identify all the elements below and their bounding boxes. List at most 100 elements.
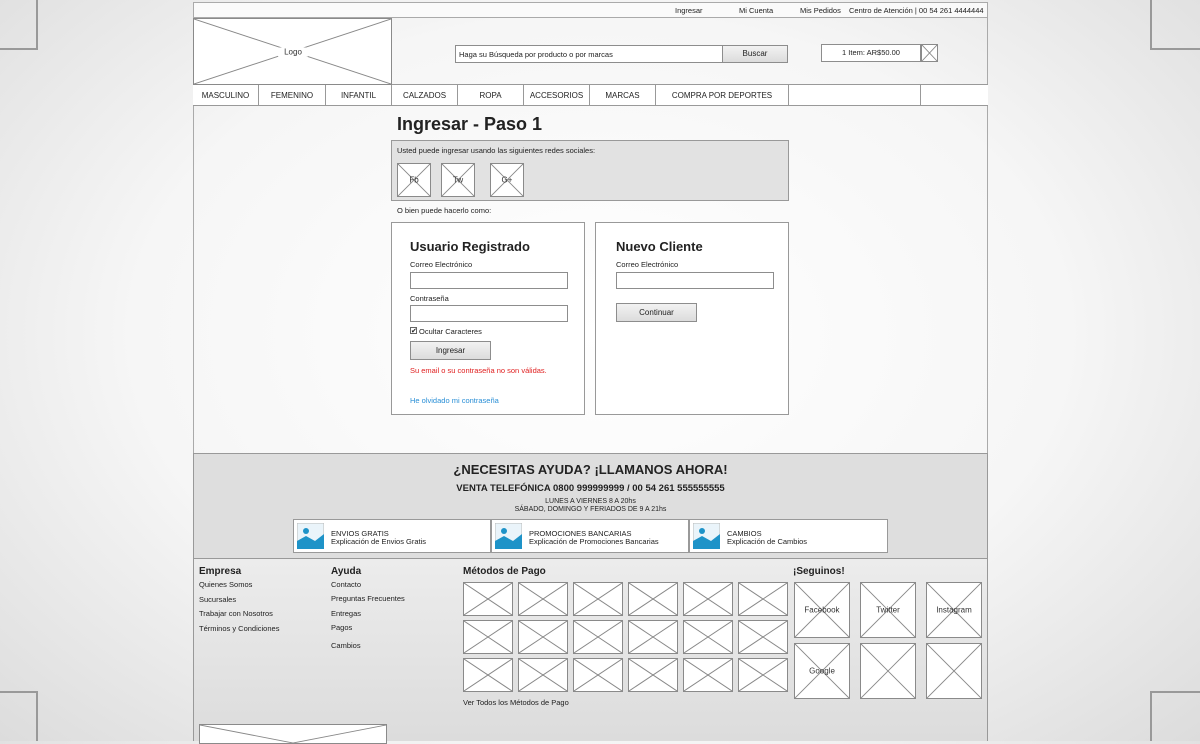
social-google[interactable]: Google xyxy=(794,643,850,699)
social-twitter-label: Twitter xyxy=(876,605,900,615)
facebook-login-button[interactable]: Fb xyxy=(397,163,431,197)
nav-item-masculino[interactable]: MASCULINO xyxy=(193,85,259,106)
payment-method-logo xyxy=(573,582,623,616)
help-banner: ¿NECESITAS AYUDA? ¡LLAMANOS AHORA! VENTA… xyxy=(193,453,988,559)
email-field[interactable] xyxy=(410,272,568,289)
continue-button[interactable]: Continuar xyxy=(616,303,697,322)
forgot-password-link[interactable]: He olvidado mi contraseña xyxy=(410,396,499,405)
feature-envios[interactable]: ENVIOS GRATIS Explicación de Envios Grat… xyxy=(293,519,491,553)
facebook-label: Fb xyxy=(409,175,419,185)
topbar-link-mis-pedidos[interactable]: Mis Pedidos xyxy=(800,6,841,15)
payment-method-logo xyxy=(738,582,788,616)
footer-link-preguntas[interactable]: Preguntas Frecuentes xyxy=(331,594,405,603)
login-submit-button[interactable]: Ingresar xyxy=(410,341,491,360)
image-icon xyxy=(495,523,522,549)
help-phone: VENTA TELEFÓNICA 0800 999999999 / 00 54 … xyxy=(456,483,725,494)
page-title: Ingresar - Paso 1 xyxy=(397,114,543,134)
search-input[interactable]: Haga su Búsqueda por producto o por marc… xyxy=(455,45,723,63)
payment-method-logo xyxy=(628,620,678,654)
header: Logo Haga su Búsqueda por producto o por… xyxy=(193,18,988,85)
payment-method-logo xyxy=(628,658,678,692)
cart-icon[interactable] xyxy=(921,44,938,62)
top-bar: Ingresar Mi Cuenta Mis Pedidos Centro de… xyxy=(193,2,988,18)
payment-method-logo xyxy=(463,620,513,654)
password-label: Contraseña xyxy=(410,294,449,303)
footer: Empresa Quienes Somos Sucursales Trabaja… xyxy=(193,559,988,744)
payment-method-logo xyxy=(573,620,623,654)
new-client-heading: Nuevo Cliente xyxy=(616,239,703,254)
see-all-payment-methods-link[interactable]: Ver Todos los Métodos de Pago xyxy=(463,698,569,707)
new-client-email-label: Correo Electrónico xyxy=(616,260,679,269)
payment-method-logo xyxy=(683,620,733,654)
payment-methods-grid xyxy=(463,582,790,694)
email-label: Correo Electrónico xyxy=(410,260,473,269)
nav-item-femenino[interactable]: FEMENINO xyxy=(259,85,326,106)
footer-link-entregas[interactable]: Entregas xyxy=(331,609,361,618)
logo-label: Logo xyxy=(278,47,308,56)
feature-cambios-desc: Explicación de Cambios xyxy=(727,537,808,546)
footer-link-pagos[interactable]: Pagos xyxy=(331,623,352,632)
main-nav: MASCULINO FEMENINO INFANTIL CALZADOS ROP… xyxy=(193,85,988,106)
social-placeholder[interactable] xyxy=(860,643,916,699)
feature-envios-desc: Explicación de Envios Gratis xyxy=(331,537,427,546)
hide-chars-checkbox[interactable]: ✔ xyxy=(410,327,417,335)
logo-placeholder[interactable]: Logo xyxy=(193,18,392,85)
google-login-button[interactable]: G+ xyxy=(490,163,524,197)
footer-link-cambios[interactable]: Cambios xyxy=(331,641,361,650)
nav-item-marcas[interactable]: MARCAS xyxy=(590,85,656,106)
social-login-box: Usted puede ingresar usando las siguient… xyxy=(391,140,789,201)
corner-mark-br xyxy=(1150,691,1200,741)
payment-method-logo xyxy=(518,582,568,616)
footer-link-trabajar[interactable]: Trabajar con Nosotros xyxy=(199,609,273,618)
social-facebook-label: Facebook xyxy=(804,605,840,615)
registered-heading: Usuario Registrado xyxy=(410,239,530,254)
social-instagram-label: Instagram xyxy=(936,605,972,615)
social-facebook[interactable]: Facebook xyxy=(794,582,850,638)
image-icon xyxy=(693,523,720,549)
topbar-contact: Centro de Atención | 00 54 261 4444444 xyxy=(849,6,984,15)
payment-method-logo xyxy=(463,582,513,616)
payment-method-logo xyxy=(628,582,678,616)
search-button[interactable]: Buscar xyxy=(722,45,788,63)
nav-item-calzados[interactable]: CALZADOS xyxy=(392,85,458,106)
payment-method-logo xyxy=(573,658,623,692)
new-client-email-field[interactable] xyxy=(616,272,774,289)
twitter-login-button[interactable]: Tw xyxy=(441,163,475,197)
payment-method-logo xyxy=(518,658,568,692)
password-field[interactable] xyxy=(410,305,568,322)
payment-method-logo xyxy=(683,582,733,616)
or-text: O bien puede hacerlo como: xyxy=(397,206,492,215)
footer-link-contacto[interactable]: Contacto xyxy=(331,580,361,589)
footer-logo-placeholder xyxy=(199,724,387,744)
topbar-link-ingresar[interactable]: Ingresar xyxy=(675,6,703,15)
topbar-link-mi-cuenta[interactable]: Mi Cuenta xyxy=(739,6,773,15)
corner-mark-bl xyxy=(0,691,38,741)
feature-promociones[interactable]: PROMOCIONES BANCARIAS Explicación de Pro… xyxy=(491,519,689,553)
corner-mark-tl xyxy=(0,0,38,50)
registered-user-panel: Usuario Registrado Correo Electrónico Co… xyxy=(391,222,585,415)
social-intro: Usted puede ingresar usando las siguient… xyxy=(397,146,596,155)
footer-link-terminos[interactable]: Términos y Condiciones xyxy=(199,624,279,633)
nav-item-compra-por-deportes[interactable]: COMPRA POR DEPORTES xyxy=(656,85,789,106)
help-title: ¿NECESITAS AYUDA? ¡LLAMANOS AHORA! xyxy=(453,462,728,477)
payment-method-logo xyxy=(683,658,733,692)
social-twitter[interactable]: Twitter xyxy=(860,582,916,638)
nav-item-accesorios[interactable]: ACCESORIOS xyxy=(524,85,590,106)
nav-item-infantil[interactable]: INFANTIL xyxy=(326,85,392,106)
footer-link-sucursales[interactable]: Sucursales xyxy=(199,595,236,604)
image-icon xyxy=(297,523,324,549)
footer-link-quienes-somos[interactable]: Quienes Somos xyxy=(199,580,252,589)
login-error-message: Su email o su contraseña no son válidas. xyxy=(410,366,547,375)
twitter-label: Tw xyxy=(452,175,464,185)
nav-item-ropa[interactable]: ROPA xyxy=(458,85,524,106)
social-placeholder[interactable] xyxy=(926,643,982,699)
payment-method-logo xyxy=(463,658,513,692)
social-instagram[interactable]: Instagram xyxy=(926,582,982,638)
feature-cambios[interactable]: CAMBIOS Explicación de Cambios xyxy=(689,519,888,553)
help-hours-weekend: SÁBADO, DOMINGO Y FERIADOS DE 9 A 21hs xyxy=(514,506,667,513)
social-google-label: Google xyxy=(809,666,835,676)
cart-summary[interactable]: 1 Item: AR$50.00 xyxy=(821,44,921,62)
cart-text: 1 Item: AR$50.00 xyxy=(842,48,900,57)
feature-promociones-desc: Explicación de Promociones Bancarias xyxy=(529,537,659,546)
search-placeholder: Haga su Búsqueda por producto o por marc… xyxy=(459,50,613,59)
